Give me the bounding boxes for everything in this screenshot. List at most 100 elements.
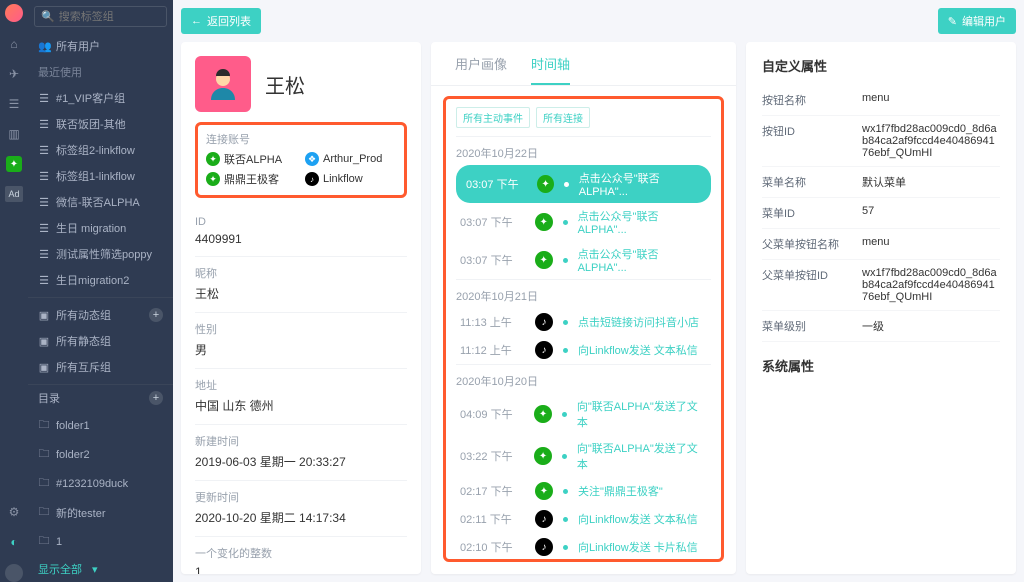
help-icon[interactable]: ◐ (6, 534, 22, 550)
settings-icon[interactable]: ⚙ (6, 504, 22, 520)
sidebar-folder[interactable]: 🗀 #1232109duck (28, 469, 173, 498)
wechat-icon[interactable]: ✦ (6, 156, 22, 172)
sidebar-item-label: 测试属性筛选poppy (56, 246, 152, 262)
timeline-row[interactable]: 02:17 下午✦关注"鼎鼎王极客" (456, 477, 711, 505)
attr-value: 默认菜单 (862, 174, 1000, 190)
field-label: 更新时间 (195, 489, 407, 505)
sidebar-item[interactable]: ☰生日migration2 (28, 267, 173, 293)
folder-icon: ▣ (38, 335, 50, 348)
sidebar-item[interactable]: ☰#1_VIP客户组 (28, 85, 173, 111)
dy-icon: ♪ (535, 538, 553, 556)
folder-icon: 🗀 (38, 474, 50, 493)
sidebar-group[interactable]: ▣所有静态组 (28, 328, 173, 354)
account-name: Arthur_Prod (323, 153, 382, 165)
profile-field: 地址中国 山东 德州 (195, 368, 407, 414)
sidebar-folder[interactable]: 🗀1 (28, 527, 173, 556)
timeline-time: 11:13 上午 (460, 314, 525, 330)
sidebar-item[interactable]: ☰测试属性筛选poppy (28, 241, 173, 267)
pencil-icon: ✎ (948, 15, 957, 28)
sidebar-group[interactable]: ▣所有互斥组 (28, 354, 173, 380)
timeline-row[interactable]: 03:22 下午✦向"联否ALPHA"发送了文本 (456, 435, 711, 477)
timeline-text: 点击公众号"联否ALPHA"... (578, 208, 707, 236)
profile-name: 王松 (265, 70, 305, 99)
timeline-text: 向"联否ALPHA"发送了文本 (577, 440, 707, 472)
arrow-left-icon: ← (191, 15, 202, 27)
wx-icon: ✦ (537, 175, 554, 193)
users-icon[interactable]: ☰ (6, 96, 22, 112)
timeline-row[interactable]: 03:07 下午✦点击公众号"联否ALPHA"... (456, 203, 711, 241)
sidebar-item[interactable]: ☰标签组1-linkflow (28, 163, 173, 189)
sidebar-item[interactable]: ☰微信-联否ALPHA (28, 189, 173, 215)
timeline-time: 11:12 上午 (460, 342, 525, 358)
account-name: 鼎鼎王极客 (224, 171, 279, 187)
sidebar-item-label: 生日 migration (56, 220, 126, 236)
bullet-icon (563, 489, 568, 494)
folder-icon: 🗀 (38, 445, 50, 464)
search-icon: 🔍 (41, 10, 55, 23)
linked-account[interactable]: ✦联否ALPHA (206, 151, 297, 167)
user-avatar-icon[interactable] (5, 564, 23, 582)
field-value: 王松 (195, 285, 407, 302)
sidebar-dir-header[interactable]: 目录 + (28, 384, 173, 411)
sidebar-folder[interactable]: 🗀 folder2 (28, 440, 173, 469)
bullet-icon (563, 258, 568, 263)
tag-icon: ☰ (38, 92, 50, 105)
ad-icon[interactable]: Ad (5, 186, 23, 202)
sidebar-group[interactable]: ▣所有动态组+ (28, 302, 173, 328)
timeline-time: 02:11 下午 (460, 511, 525, 527)
linked-account[interactable]: ✦ 鼎鼎王极客 (206, 171, 297, 187)
bullet-icon (563, 517, 568, 522)
timeline-row[interactable]: 02:10 下午♪向Linkflow发送 卡片私信 (456, 533, 711, 561)
add-icon[interactable]: + (149, 391, 163, 405)
timeline-row[interactable]: 03:07 下午✦点击公众号"联否ALPHA"... (456, 165, 711, 203)
chart-icon[interactable]: ▥ (6, 126, 22, 142)
folder-icon: 🗀 (38, 416, 50, 435)
button-label: 返回列表 (207, 13, 251, 29)
back-button[interactable]: ← 返回列表 (181, 8, 261, 34)
timeline-row[interactable]: 04:09 下午✦向"联否ALPHA"发送了文本 (456, 393, 711, 435)
sidebar-item[interactable]: ☰生日 migration (28, 215, 173, 241)
wx-icon: ✦ (206, 172, 220, 186)
sidebar-folder[interactable]: 🗀新的tester (28, 498, 173, 527)
linked-account[interactable]: ♪Linkflow (305, 171, 396, 187)
field-value: 4409991 (195, 232, 407, 246)
sidebar-folder[interactable]: 🗀 folder1 (28, 411, 173, 440)
chevron-down-icon: ▾ (92, 563, 98, 576)
timeline-row[interactable]: 02:11 下午♪向Linkflow发送 文本私信 (456, 505, 711, 533)
timeline-row[interactable]: 11:13 上午♪点击短链接访问抖音小店 (456, 308, 711, 336)
home-icon[interactable]: ⌂ (6, 36, 22, 52)
wx-icon: ✦ (535, 482, 553, 500)
attr-key: 父菜单按钮ID (762, 267, 862, 303)
timeline-date: 2020年10月21日 (456, 279, 711, 308)
sidebar-item-label: #1232109duck (56, 478, 128, 490)
sidebar-item[interactable]: ☰标签组2-linkflow (28, 137, 173, 163)
sidebar-item-label: folder2 (56, 449, 90, 461)
sidebar-all-users[interactable]: 👥所有用户 (28, 33, 173, 59)
timeline-row[interactable]: 03:07 下午✦点击公众号"联否ALPHA"... (456, 241, 711, 279)
linked-account[interactable]: ❖Arthur_Prod (305, 151, 396, 167)
timeline-box: 所有主动事件 所有连接 2020年10月22日03:07 下午✦点击公众号"联否… (443, 96, 724, 562)
tab-timeline[interactable]: 时间轴 (531, 54, 570, 85)
sidebar-show-all[interactable]: 显示全部▾ (28, 556, 173, 582)
send-icon[interactable]: ✈ (6, 66, 22, 82)
search-input[interactable] (59, 11, 160, 23)
edit-user-button[interactable]: ✎编辑用户 (938, 8, 1016, 34)
add-icon[interactable]: + (149, 308, 163, 322)
sidebar-item-label: folder1 (56, 420, 90, 432)
dy-icon: ♪ (305, 172, 319, 186)
timeline-row[interactable]: 11:12 上午♪向Linkflow发送 文本私信 (456, 336, 711, 364)
users-icon: 👥 (38, 40, 50, 53)
filter-active-events[interactable]: 所有主动事件 (456, 107, 530, 128)
bullet-icon (564, 182, 569, 187)
search-box[interactable]: 🔍 (34, 6, 167, 27)
field-label: 昵称 (195, 265, 407, 281)
sidebar-item[interactable]: ☰联否饭团-其他 (28, 111, 173, 137)
field-label: 新建时间 (195, 433, 407, 449)
sidebar-item-label: 目录 (38, 390, 60, 406)
attr-row: 按钮IDwx1f7fbd28ac009cd0_8d6ab84ca2af9fccd… (762, 116, 1000, 167)
filter-all-connections[interactable]: 所有连接 (536, 107, 590, 128)
tab-profile[interactable]: 用户画像 (455, 54, 507, 85)
bullet-icon (562, 454, 567, 459)
timeline-time: 02:10 下午 (460, 539, 525, 555)
attr-row: 父菜单按钮名称menu (762, 229, 1000, 260)
